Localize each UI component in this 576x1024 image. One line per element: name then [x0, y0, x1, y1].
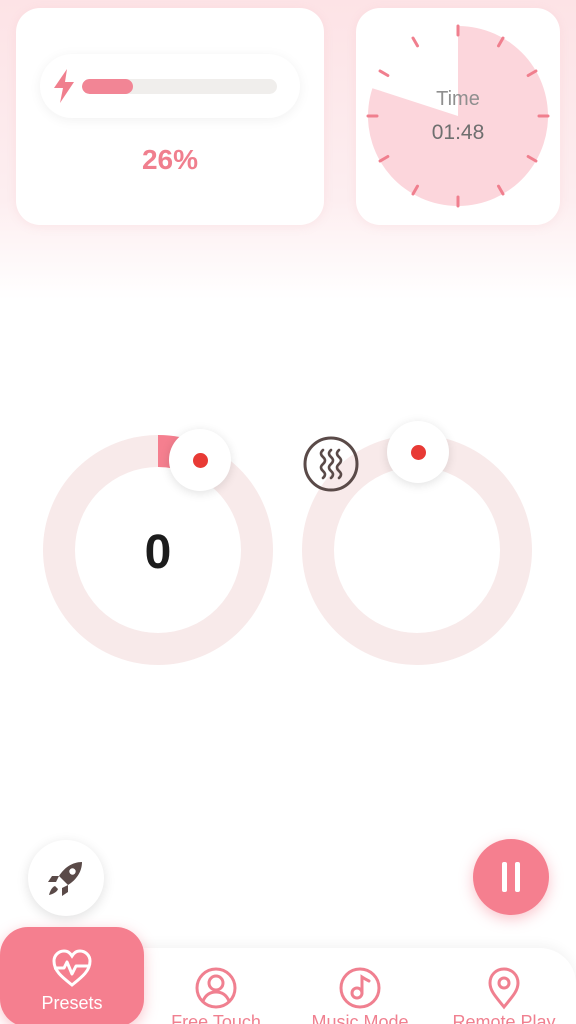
nav-music-mode[interactable]: Music Mode [288, 948, 432, 1024]
battery-percentage: 26% [141, 144, 199, 175]
battery-level-fill [82, 79, 133, 94]
intensity-knob[interactable] [169, 429, 231, 491]
lightning-bolt-icon [54, 69, 74, 103]
timer-progress-wedge [368, 26, 548, 206]
boost-button[interactable] [28, 840, 104, 916]
intensity-knob-dot [193, 453, 208, 468]
pause-icon-bar [515, 862, 520, 892]
battery-level-track [82, 79, 277, 94]
nav-free-touch[interactable]: Free Touch [144, 948, 288, 1024]
timer-label: Time [436, 88, 480, 110]
nav-label-free-touch: Free Touch [171, 1012, 261, 1024]
timer-tick [378, 69, 390, 77]
nav-label-presets: Presets [41, 993, 103, 1013]
nav-label-music-mode: Music Mode [311, 1012, 409, 1024]
nav-remote-play[interactable]: Remote Play [432, 948, 576, 1024]
user-icon [195, 967, 237, 1009]
battery-card: 26% [16, 8, 324, 225]
pause-button[interactable] [473, 839, 549, 915]
location-pin-icon [488, 967, 520, 1010]
rocket-icon [48, 862, 82, 896]
vibration-wave-icon[interactable] [302, 435, 360, 493]
nav-label-remote-play: Remote Play [452, 1012, 556, 1024]
timer-card: Time 01:48 [356, 8, 560, 225]
mode-knob-dot [411, 445, 426, 460]
timer-tick [411, 36, 419, 48]
pause-icon [502, 862, 507, 892]
heart-pulse-icon [52, 949, 92, 987]
timer-value: 01:48 [431, 121, 485, 144]
timer-dial [366, 24, 550, 208]
mode-knob[interactable] [387, 421, 449, 483]
nav-presets[interactable]: Presets [0, 927, 144, 1024]
music-note-icon [339, 967, 381, 1009]
battery-indicator [40, 54, 300, 118]
intensity-value: 0 [144, 526, 172, 579]
intensity-dial[interactable]: 0 [43, 435, 273, 665]
